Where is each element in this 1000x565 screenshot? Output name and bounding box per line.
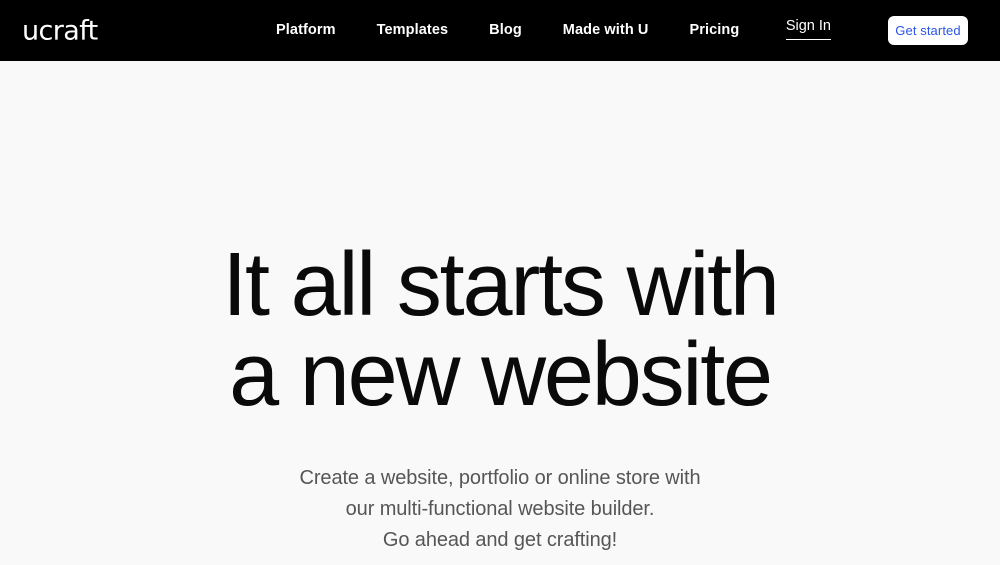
nav-item-platform[interactable]: Platform bbox=[276, 23, 336, 38]
get-started-button[interactable]: Get started bbox=[888, 16, 968, 45]
nav-item-made-with-u[interactable]: Made with U bbox=[563, 23, 649, 38]
nav-item-templates[interactable]: Templates bbox=[377, 23, 449, 38]
main-nav: Platform Templates Blog Made with U Pric… bbox=[276, 0, 739, 61]
subtitle-line-1: Create a website, portfolio or online st… bbox=[299, 467, 701, 489]
hero-subtitle: Create a website, portfolio or online st… bbox=[300, 463, 701, 556]
brand-logo[interactable]: ucraft bbox=[22, 17, 98, 44]
subtitle-line-2: our multi-functional website builder. bbox=[345, 498, 655, 520]
hero-section: It all starts with a new website Create … bbox=[0, 61, 1000, 565]
page-title: It all starts with a new website bbox=[222, 235, 780, 425]
headline-line-1: It all starts with bbox=[222, 235, 780, 335]
headline-line-2: a new website bbox=[229, 325, 773, 425]
site-header: ucraft Platform Templates Blog Made with… bbox=[0, 0, 1000, 61]
nav-item-pricing[interactable]: Pricing bbox=[689, 23, 739, 38]
nav-item-blog[interactable]: Blog bbox=[489, 23, 522, 38]
subtitle-line-3: Go ahead and get crafting! bbox=[382, 529, 618, 551]
sign-in-link[interactable]: Sign In bbox=[785, 19, 831, 40]
